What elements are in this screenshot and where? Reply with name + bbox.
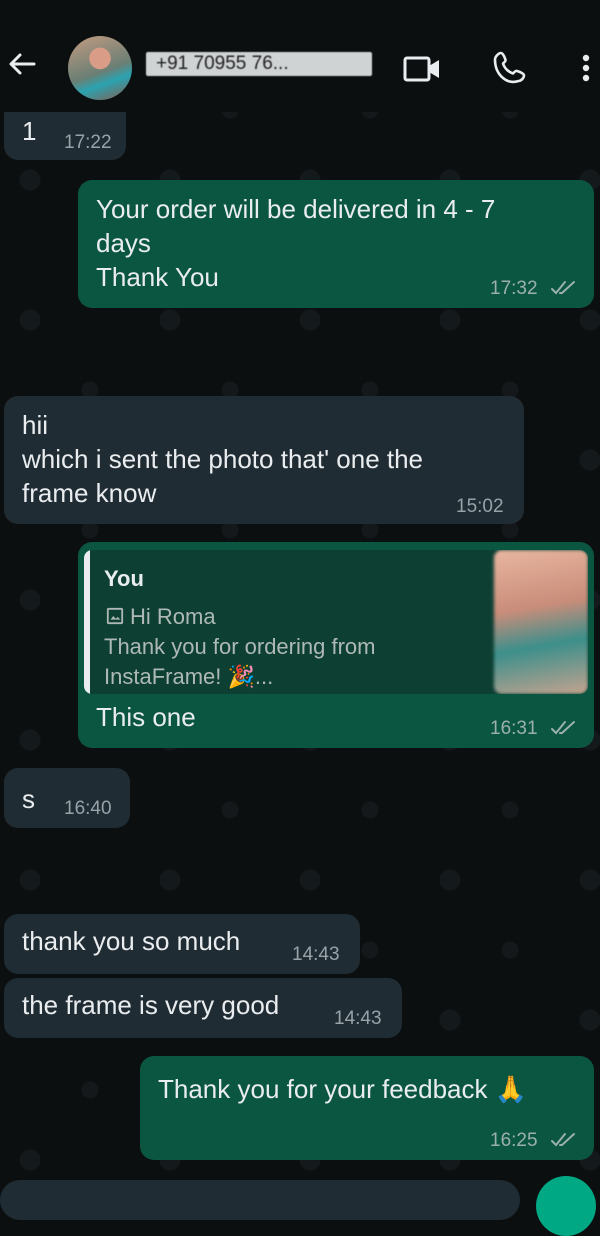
message-time: 16:40 <box>64 798 112 819</box>
image-icon <box>106 607 124 625</box>
message-text-line: Thank You <box>96 262 219 292</box>
mic-button[interactable] <box>536 1176 596 1236</box>
quote-line: Thank you for ordering from <box>104 634 376 659</box>
message-text-line: hii <box>22 410 49 440</box>
message-text: 1 <box>22 116 37 146</box>
message-text-line: Your order will be delivered in 4 - 7 <box>96 194 496 224</box>
quote-bar <box>84 550 90 694</box>
message-text: This one <box>96 702 196 732</box>
message-bubble-outgoing[interactable]: You Hi Roma Thank you for ordering from … <box>78 542 594 748</box>
message-time: 14:43 <box>292 944 340 965</box>
message-input[interactable] <box>0 1180 520 1220</box>
phone-icon[interactable] <box>492 48 532 88</box>
more-vertical-icon[interactable] <box>576 48 596 88</box>
avatar[interactable] <box>68 36 132 100</box>
message-bubble-incoming[interactable]: s 16:40 <box>4 768 130 828</box>
quote-author: You <box>104 566 144 591</box>
message-bubble-incoming[interactable]: hii which i sent the photo that' one the… <box>4 396 524 524</box>
message-time: 17:22 <box>64 132 112 153</box>
message-time: 15:02 <box>456 496 504 517</box>
double-check-icon <box>551 1133 575 1147</box>
arrow-left-icon[interactable] <box>4 46 40 82</box>
quote-thumbnail <box>494 550 588 694</box>
chat-header: +91 70955 76... <box>0 0 600 112</box>
message-bubble-outgoing[interactable]: Your order will be delivered in 4 - 7 da… <box>78 180 594 308</box>
message-time: 16:31 <box>490 718 538 739</box>
message-bubble-outgoing[interactable]: Thank you for your feedback 🙏 16:25 <box>140 1056 594 1160</box>
quote-line: InstaFrame! 🎉... <box>104 664 274 689</box>
double-check-icon <box>551 281 575 295</box>
contact-name[interactable]: +91 70955 76... <box>146 52 372 76</box>
message-text-line: frame know <box>22 478 157 508</box>
message-time: 16:25 <box>490 1130 538 1151</box>
message-time: 17:32 <box>490 278 538 299</box>
message-text: s <box>22 784 35 814</box>
message-text: the frame is very good <box>22 990 280 1020</box>
quote-line: Hi Roma <box>130 604 216 629</box>
double-check-icon <box>551 721 575 735</box>
message-text: Thank you for your feedback 🙏 <box>158 1074 528 1104</box>
video-camera-icon[interactable] <box>402 48 442 88</box>
quoted-message[interactable]: You Hi Roma Thank you for ordering from … <box>84 550 588 694</box>
message-text: thank you so much <box>22 926 241 956</box>
message-bubble-incoming[interactable]: the frame is very good 14:43 <box>4 978 402 1038</box>
message-text-line: days <box>96 228 151 258</box>
message-bubble-incoming[interactable]: thank you so much 14:43 <box>4 914 360 974</box>
message-time: 14:43 <box>334 1008 382 1029</box>
message-text-line: which i sent the photo that' one the <box>22 444 424 474</box>
